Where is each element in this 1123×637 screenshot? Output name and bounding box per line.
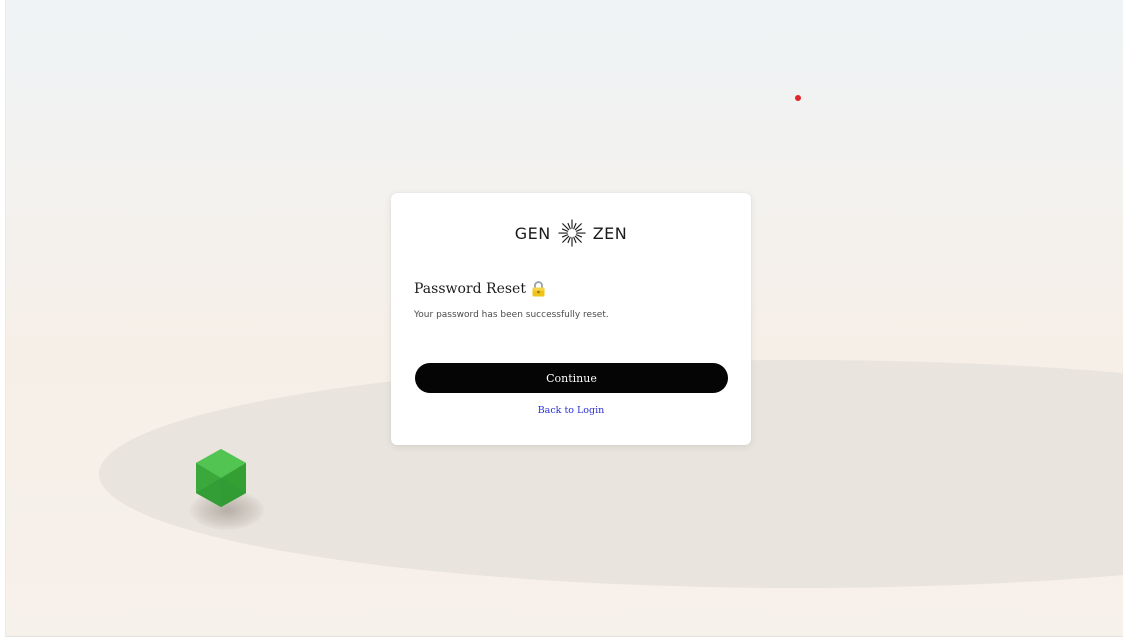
page-title: Password Reset [414, 280, 526, 297]
status-message: Your password has been successfully rese… [414, 310, 609, 320]
back-to-login-link[interactable]: Back to Login [391, 405, 751, 416]
red-dot-marker [795, 95, 801, 101]
brand-left-word: GEN [514, 223, 551, 243]
password-reset-card: GEN ZEN Password Reset Your password has… [391, 193, 751, 445]
green-gem-icon [196, 449, 246, 507]
background-scene: GEN ZEN Password Reset Your password has… [5, 0, 1123, 637]
lock-icon [532, 281, 545, 297]
sunburst-logo-icon [558, 219, 586, 247]
brand-logo: GEN ZEN [391, 217, 751, 249]
title-row: Password Reset [414, 280, 546, 297]
continue-button[interactable]: Continue [415, 363, 728, 393]
brand-right-word: ZEN [592, 223, 628, 243]
